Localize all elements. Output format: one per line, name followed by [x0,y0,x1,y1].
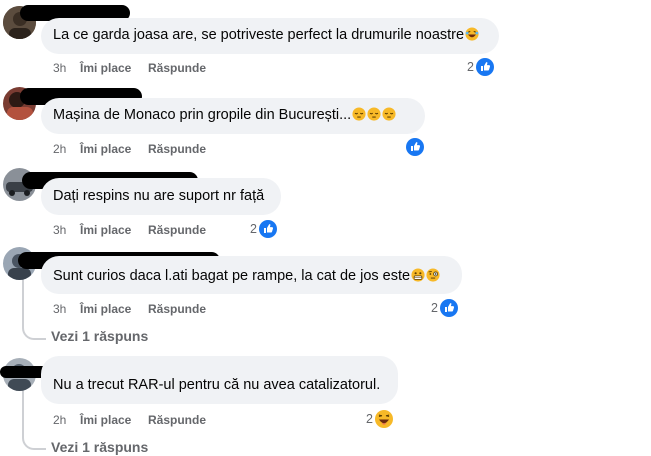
monocle-emoji-icon [426,268,440,282]
comment-bubble: Mașina de Monaco prin gropile din Bucure… [41,98,425,134]
comment-bubble: Dați respins nu are suport nr față [41,178,281,215]
comment-time[interactable]: 3h [53,61,80,75]
reaction-summary[interactable]: 2 [366,410,393,428]
comment-text: La ce garda joasa are, se potriveste per… [53,26,479,44]
like-button[interactable]: Îmi place [80,413,148,427]
reaction-count: 2 [250,222,257,236]
laughing-emoji-icon [465,27,479,41]
grimacing-emoji-icon [411,268,425,282]
reply-thread-connector [22,432,46,450]
comment-text: Sunt curios daca l.ati bagat pe rampe, l… [53,267,440,285]
reaction-summary[interactable] [406,138,424,156]
comment-time[interactable]: 2h [53,142,80,156]
like-icon [258,220,277,238]
reaction-summary[interactable]: 2 [467,58,494,76]
comment-bubble: Nu a trecut RAR-ul pentru că nu avea cat… [41,356,398,404]
like-button[interactable]: Îmi place [80,302,148,316]
reply-thread-line [22,390,24,432]
comment-time[interactable]: 2h [53,413,80,427]
comment-time[interactable]: 3h [53,302,80,316]
comment-time[interactable]: 3h [53,223,80,237]
comment-actions: 3h Îmi place Răspunde [53,302,206,316]
comment-actions: 2h Îmi place Răspunde [53,413,206,427]
view-replies-link[interactable]: Vezi 1 răspuns [51,328,148,344]
like-button[interactable]: Îmi place [80,223,148,237]
reply-button[interactable]: Răspunde [148,142,206,156]
reply-button[interactable]: Răspunde [148,223,206,237]
haha-icon [374,410,393,428]
comment-bubble: La ce garda joasa are, se potriveste per… [41,18,499,54]
reply-thread-line [22,278,24,322]
reply-button[interactable]: Răspunde [148,413,206,427]
reply-button[interactable]: Răspunde [148,302,206,316]
comment-actions: 3h Îmi place Răspunde [53,223,206,237]
reply-thread-connector [22,322,46,340]
comment-actions: 2h Îmi place Răspunde [53,142,206,156]
like-button[interactable]: Îmi place [80,142,148,156]
comment-bubble: Sunt curios daca l.ati bagat pe rampe, l… [41,256,462,294]
comment-text: Dați respins nu are suport nr față [53,188,265,204]
comment-actions: 3h Îmi place Răspunde [53,61,206,75]
sleepy-emoji-icon [352,107,366,121]
sleepy-emoji-icon [367,107,381,121]
reaction-summary[interactable]: 2 [250,220,277,238]
comment-text: Nu a trecut RAR-ul pentru că nu avea cat… [53,377,381,393]
reaction-summary[interactable]: 2 [431,299,458,317]
reaction-count: 2 [431,301,438,315]
comment-text: Mașina de Monaco prin gropile din Bucure… [53,106,396,124]
reaction-count: 2 [366,412,373,426]
sleepy-emoji-icon [382,107,396,121]
like-icon [439,299,458,317]
view-replies-link[interactable]: Vezi 1 răspuns [51,439,148,455]
reaction-count: 2 [467,60,474,74]
like-icon [475,58,494,76]
reply-button[interactable]: Răspunde [148,61,206,75]
like-button[interactable]: Îmi place [80,61,148,75]
like-icon [406,138,424,156]
